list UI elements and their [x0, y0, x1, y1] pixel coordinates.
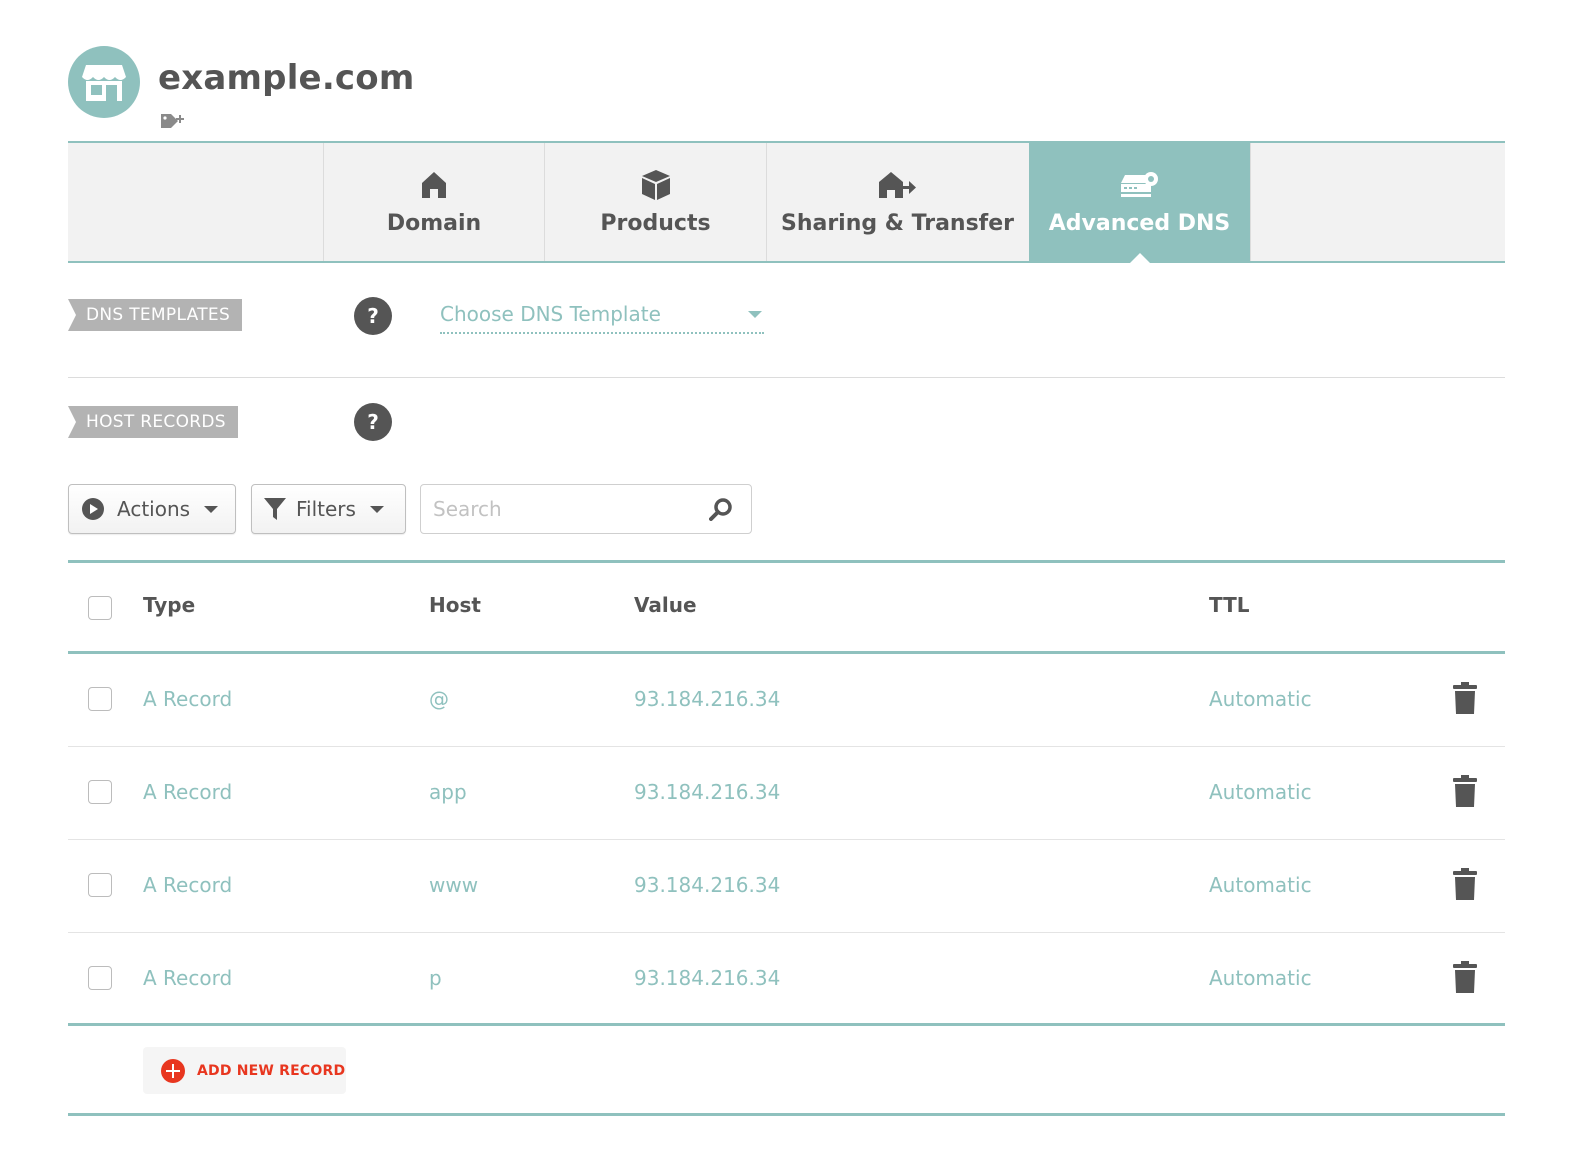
- tab-products[interactable]: Products: [544, 143, 766, 261]
- active-tab-indicator: [1129, 253, 1150, 263]
- row-checkbox[interactable]: [88, 780, 112, 804]
- tab-label: Domain: [386, 211, 482, 236]
- search-icon[interactable]: [709, 497, 733, 525]
- record-ttl[interactable]: Automatic: [1209, 966, 1312, 990]
- column-header-ttl: TTL: [1209, 593, 1250, 617]
- filter-icon: [264, 498, 286, 520]
- record-value[interactable]: 93.184.216.34: [634, 687, 780, 711]
- record-type[interactable]: A Record: [143, 780, 232, 804]
- record-host[interactable]: @: [429, 687, 449, 711]
- search-input[interactable]: [433, 495, 703, 523]
- add-tag-icon[interactable]: [160, 112, 188, 136]
- host-records-help-button[interactable]: ?: [354, 403, 392, 441]
- trash-icon[interactable]: [1453, 961, 1477, 997]
- dns-template-select[interactable]: Choose DNS Template: [440, 298, 764, 334]
- home-icon: [421, 167, 447, 203]
- trash-icon[interactable]: [1453, 868, 1477, 904]
- tab-bar: Domain Products Sharing & Transfer Advan…: [68, 141, 1505, 263]
- column-header-host: Host: [429, 593, 481, 617]
- dns-template-select-value: Choose DNS Template: [440, 302, 661, 326]
- tab-sharing-transfer[interactable]: Sharing & Transfer: [766, 143, 1028, 261]
- record-ttl[interactable]: Automatic: [1209, 687, 1312, 711]
- host-records-label: HOST RECORDS: [68, 406, 238, 438]
- actions-label: Actions: [117, 497, 191, 521]
- table-row: A Record app 93.184.216.34 Automatic: [68, 747, 1505, 840]
- tab-divider: [1250, 143, 1251, 261]
- filters-button[interactable]: Filters: [251, 484, 406, 534]
- domain-avatar: [68, 46, 140, 118]
- storefront-icon: [82, 65, 126, 101]
- record-host[interactable]: p: [429, 966, 442, 990]
- tab-label: Sharing & Transfer: [780, 211, 1015, 236]
- row-checkbox[interactable]: [88, 966, 112, 990]
- tab-domain[interactable]: Domain: [323, 143, 544, 261]
- row-checkbox[interactable]: [88, 687, 112, 711]
- record-type[interactable]: A Record: [143, 873, 232, 897]
- chevron-down-icon: [204, 505, 219, 513]
- domain-title: example.com: [158, 58, 415, 98]
- record-type[interactable]: A Record: [143, 966, 232, 990]
- table-header: Type Host Value TTL: [68, 560, 1505, 654]
- record-value[interactable]: 93.184.216.34: [634, 873, 780, 897]
- filters-label: Filters: [296, 497, 356, 521]
- table-footer-divider: [68, 1113, 1505, 1116]
- box-icon: [640, 167, 672, 203]
- host-records-table: Type Host Value TTL A Record @ 93.184.21…: [68, 560, 1505, 1026]
- select-all-checkbox[interactable]: [88, 596, 112, 620]
- record-host[interactable]: app: [429, 780, 467, 804]
- record-value[interactable]: 93.184.216.34: [634, 780, 780, 804]
- trash-icon[interactable]: [1453, 775, 1477, 811]
- plus-circle-icon: [161, 1058, 185, 1083]
- table-row: A Record www 93.184.216.34 Automatic: [68, 840, 1505, 933]
- record-ttl[interactable]: Automatic: [1209, 780, 1312, 804]
- house-transfer-icon: [878, 167, 917, 203]
- record-host[interactable]: www: [429, 873, 478, 897]
- row-checkbox[interactable]: [88, 873, 112, 897]
- chevron-down-icon: [748, 311, 762, 318]
- dns-templates-label: DNS TEMPLATES: [68, 299, 243, 331]
- dns-templates-help-button[interactable]: ?: [354, 297, 392, 335]
- record-ttl[interactable]: Automatic: [1209, 873, 1312, 897]
- dns-server-icon: [1120, 167, 1159, 203]
- column-header-type: Type: [143, 593, 196, 617]
- trash-icon[interactable]: [1453, 682, 1477, 718]
- record-type[interactable]: A Record: [143, 687, 232, 711]
- search-box: [420, 484, 752, 534]
- record-value[interactable]: 93.184.216.34: [634, 966, 780, 990]
- tab-label: Advanced DNS: [1048, 211, 1231, 236]
- add-new-record-button[interactable]: ADD NEW RECORD: [143, 1047, 346, 1094]
- tab-label: Products: [600, 211, 711, 236]
- table-row: A Record @ 93.184.216.34 Automatic: [68, 654, 1505, 747]
- section-divider: [68, 377, 1505, 378]
- actions-button[interactable]: Actions: [68, 484, 236, 534]
- table-row: A Record p 93.184.216.34 Automatic: [68, 933, 1505, 1026]
- add-new-record-label: ADD NEW RECORD: [197, 1062, 346, 1079]
- column-header-value: Value: [634, 593, 697, 617]
- play-circle-icon: [82, 498, 104, 520]
- tab-advanced-dns[interactable]: Advanced DNS: [1029, 143, 1250, 263]
- chevron-down-icon: [369, 505, 384, 513]
